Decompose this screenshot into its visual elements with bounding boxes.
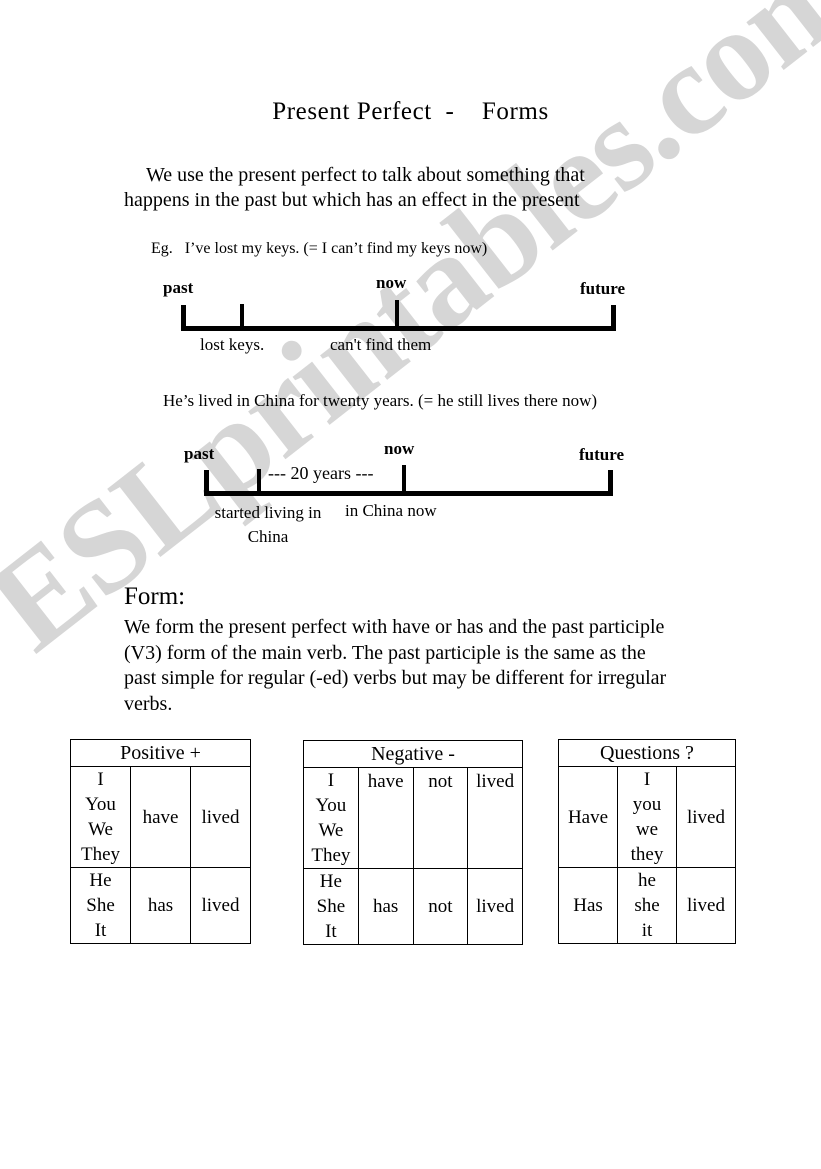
cell-verb: lived	[676, 766, 736, 868]
table-caption: Positive +	[70, 739, 251, 767]
cell-verb: lived	[190, 766, 251, 868]
cell-subject: He She It	[303, 868, 359, 945]
cell-verb: lived	[467, 767, 523, 869]
cell-subject: I You We They	[303, 767, 359, 869]
timeline-lived-in-china: past now future --- 20 years --- started…	[0, 439, 821, 548]
timeline-lost-keys: past now future lost keys. can't find th…	[0, 273, 821, 368]
table-caption-row: Negative -	[303, 740, 523, 768]
timeline-duration-label: --- 20 years ---	[268, 463, 374, 483]
cell-verb: lived	[190, 867, 251, 944]
cell-auxiliary: Have	[558, 766, 618, 868]
table-row: He She It has not lived	[303, 868, 523, 945]
example-two-text: He’s lived in China for twenty years. (=…	[163, 391, 598, 410]
timeline-label-past: past	[163, 278, 194, 297]
timeline-tick-now	[402, 465, 406, 496]
table-row: I You We They have not lived	[303, 767, 523, 869]
table-row: I You We They have lived	[70, 766, 251, 868]
table-positive: Positive + I You We They have lived He S…	[70, 739, 251, 944]
timeline-tick-event	[257, 469, 261, 496]
cell-auxiliary: has	[130, 867, 191, 944]
table-row: Have I you we they lived	[558, 766, 736, 868]
form-heading: Form:	[124, 583, 186, 610]
timeline-cap-left	[181, 305, 186, 331]
timeline-sublabel-right: can't find them	[330, 335, 432, 354]
timeline-label-now: now	[376, 273, 407, 292]
cell-subject: He She It	[70, 867, 131, 944]
cell-negation: not	[412, 868, 469, 945]
intro-paragraph: We use the present perfect to talk about…	[124, 164, 585, 211]
cell-auxiliary: has	[357, 868, 414, 945]
form-paragraph: We form the present perfect with have or…	[124, 616, 667, 715]
page-title: Present Perfect - Forms	[272, 98, 549, 125]
timeline-tick-now	[395, 300, 399, 331]
example-one-text: Eg. I’ve lost my keys. (= I can’t find m…	[151, 240, 488, 257]
table-questions: Questions ? Have I you we they lived Has…	[558, 739, 736, 944]
timeline-cap-right	[611, 305, 616, 331]
worksheet-page: ESLprintables.com Present Perfect - Form…	[0, 0, 821, 1169]
cell-subject: I You We They	[70, 766, 131, 868]
worksheet-content: Present Perfect - Forms We use the prese…	[0, 0, 821, 1169]
table-caption: Questions ?	[558, 739, 736, 767]
table-row: He She It has lived	[70, 867, 251, 944]
cell-negation: not	[412, 767, 469, 869]
cell-verb: lived	[467, 868, 523, 945]
table-negative: Negative - I You We They have not lived …	[303, 740, 523, 945]
timeline-sublabel-left: started living in China	[214, 503, 322, 546]
timeline-cap-right	[608, 470, 613, 496]
timeline-sublabel-left: lost keys.	[200, 335, 265, 354]
cell-subject: I you we they	[617, 766, 677, 868]
cell-verb: lived	[676, 867, 736, 944]
timeline-label-past: past	[184, 444, 215, 463]
cell-auxiliary: have	[357, 767, 414, 869]
cell-auxiliary: Has	[558, 867, 618, 944]
timeline-sublabel-right: in China now	[345, 501, 437, 520]
timeline-label-future: future	[580, 279, 626, 298]
table-caption: Negative -	[303, 740, 523, 768]
cell-subject: he she it	[617, 867, 677, 944]
timeline-label-future: future	[579, 445, 625, 464]
timeline-cap-left	[204, 470, 209, 496]
timeline-axis	[204, 491, 613, 496]
table-caption-row: Questions ?	[558, 739, 736, 767]
timeline-label-now: now	[384, 439, 415, 458]
cell-auxiliary: have	[130, 766, 191, 868]
timeline-tick-event	[240, 304, 244, 331]
table-row: Has he she it lived	[558, 867, 736, 944]
table-caption-row: Positive +	[70, 739, 251, 767]
